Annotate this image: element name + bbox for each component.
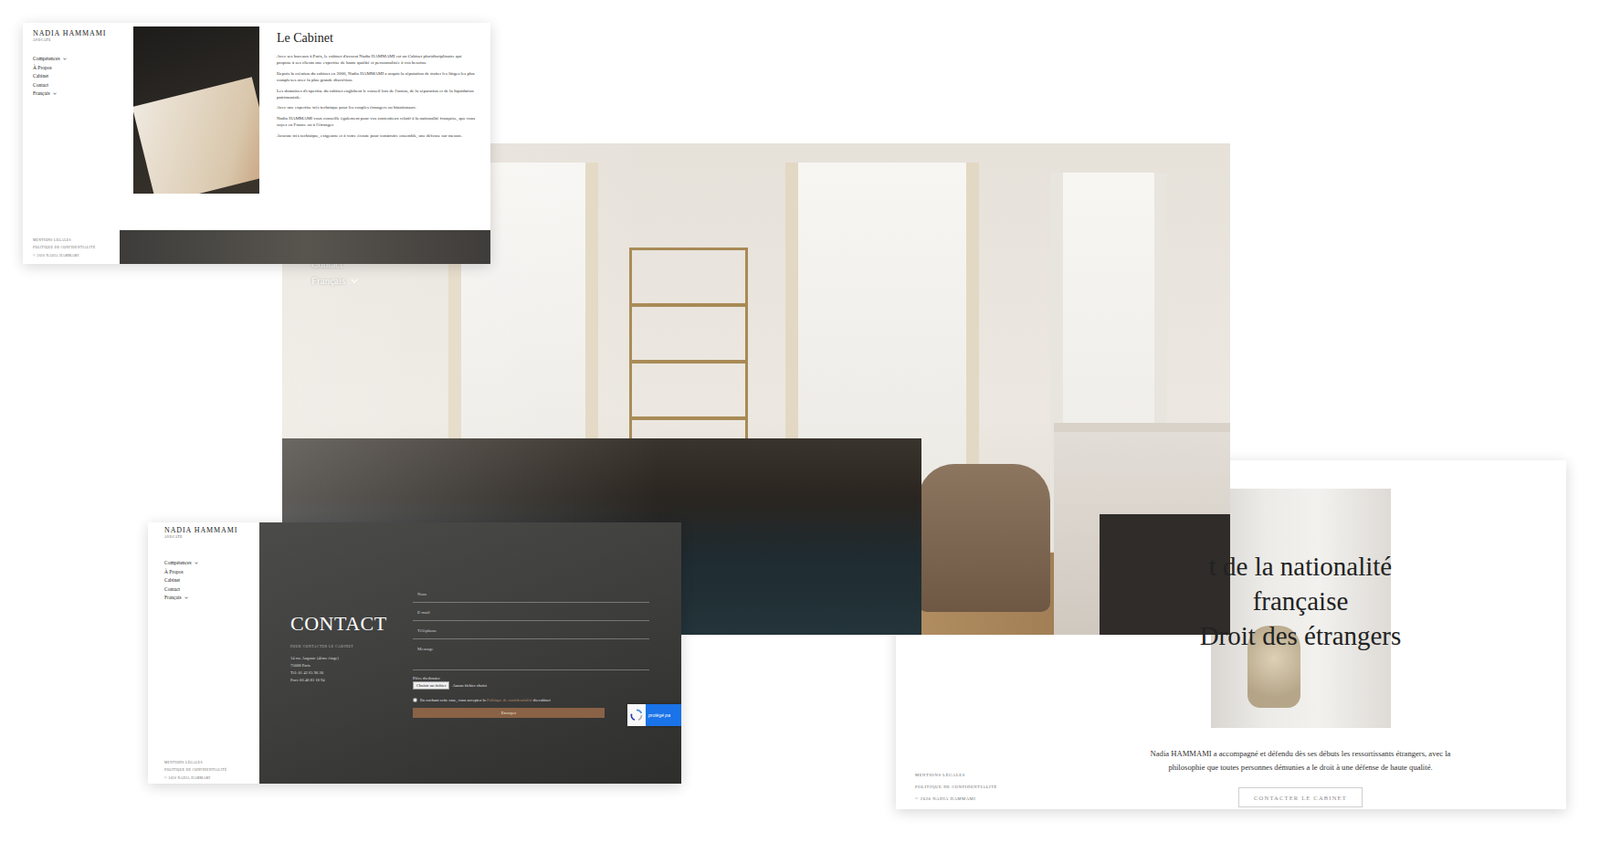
paragraph: Nadia HAMMAMI vous conseille également p… — [276, 115, 476, 129]
file-input: Choisir un fichier Aucun fichier choisi — [412, 681, 650, 690]
address-line: Port: 06 48 83 18 94 — [290, 676, 393, 685]
nav-item[interactable]: À Propos — [164, 568, 254, 578]
nav-item[interactable]: Compétences — [32, 54, 115, 64]
chevron-down-icon — [52, 92, 57, 95]
footer-link[interactable]: POLITIQUE DE CONFIDENTIALITÉ — [164, 766, 254, 775]
file-button[interactable]: Choisir un fichier — [412, 681, 450, 690]
form-field[interactable] — [412, 584, 650, 603]
footer-link[interactable]: MENTIONS LÉGALES — [164, 758, 254, 768]
side-nav: Compétences À Propos Cabinet Contact Fra… — [164, 558, 254, 603]
privacy-link[interactable]: Politique de confidentialité — [486, 697, 533, 703]
chevron-down-icon — [63, 57, 67, 61]
main-content: Le Cabinet Avec ses bureaux à Paris, le … — [119, 22, 491, 264]
heading-line: Droit des étrangers — [1200, 618, 1402, 653]
lantern-photo: t de la nationalitéfrançaiseDroit des ét… — [1210, 488, 1391, 728]
recaptcha-text: protégé pa — [645, 704, 682, 727]
nav-item[interactable]: Français — [164, 593, 254, 603]
footer-link[interactable]: MENTIONS LÉGALES — [915, 768, 1035, 781]
nav-item[interactable]: Français — [311, 274, 358, 286]
recaptcha-icon — [630, 708, 643, 722]
address-line: 75008 Paris — [290, 662, 393, 670]
contact-form: Pièce du dossier Choisir un fichier Aucu… — [412, 522, 650, 784]
consent-row: En cochant cette case, vous acceptez la … — [412, 697, 650, 703]
sidebar: NADIA HAMMAMI AVOCATE Compétences À Prop… — [22, 22, 120, 264]
footer-link[interactable]: © 2020 NADIA HAMMAMI — [915, 792, 1035, 805]
address-line: 14 rue Auguste (4ème étage) — [290, 654, 393, 663]
submit-button[interactable]: Envoyer — [412, 707, 605, 718]
file-label: Pièce du dossier — [412, 675, 650, 681]
footer-link[interactable]: © 2020 NADIA HAMMAMI — [164, 774, 254, 783]
nav-item[interactable]: Cabinet — [164, 576, 254, 586]
nav-item[interactable]: Cabinet — [32, 72, 115, 82]
chevron-down-icon — [350, 278, 358, 284]
form-field[interactable] — [412, 639, 650, 671]
cabinet-article: Le Cabinet Avec ses bureaux à Paris, le … — [276, 26, 476, 231]
address: 14 rue Auguste (4ème étage)75008 ParisTé… — [290, 654, 393, 685]
file-status: Aucun fichier choisi — [452, 683, 487, 688]
nav-item[interactable]: Contact — [164, 585, 254, 595]
footer-link[interactable]: MENTIONS LÉGALES — [32, 236, 115, 245]
nav-item[interactable]: Compétences — [164, 558, 254, 569]
consent-text: En cochant cette case, vous acceptez la … — [420, 697, 551, 703]
nav-item[interactable]: Français — [32, 89, 115, 99]
nav-item[interactable]: À Propos — [32, 63, 115, 74]
photo-strip — [119, 230, 491, 264]
nav-item[interactable]: Contact — [32, 81, 115, 91]
sidebar: NADIA HAMMAMI AVOCATE Compétences À Prop… — [147, 522, 260, 784]
consent-checkbox[interactable] — [412, 697, 418, 703]
subtitle: POUR CONTACTER LE CABINET — [290, 644, 393, 649]
portfolio-canvas: MENTIONS LÉGALESPOLITIQUE DE CONFIDENTIA… — [0, 0, 1600, 843]
chevron-down-icon — [194, 561, 199, 565]
footer-link[interactable]: POLITIQUE DE CONFIDENTIALITÉ — [32, 243, 115, 253]
footer: MENTIONS LÉGALESPOLITIQUE DE CONFIDENTIA… — [32, 236, 115, 261]
page-heading: t de la nationalitéfrançaiseDroit des ét… — [1200, 548, 1402, 653]
logo[interactable]: NADIA HAMMAMI AVOCATE — [32, 29, 115, 43]
contact-window: NADIA HAMMAMI AVOCATE Compétences À Prop… — [147, 522, 682, 784]
heading-line: t de la nationalité — [1209, 548, 1393, 584]
contact-panel: CONTACT POUR CONTACTER LE CABINET 14 rue… — [259, 522, 682, 784]
paragraph: Avec ses bureaux à Paris, le cabinet d'a… — [276, 52, 476, 67]
heading-line: française — [1252, 583, 1349, 619]
page-title: CONTACT — [290, 611, 393, 636]
notebook-shape — [133, 76, 260, 194]
footer-link[interactable]: POLITIQUE DE CONFIDENTIALITÉ — [915, 780, 1035, 793]
form-field[interactable] — [412, 621, 650, 640]
paragraph: Les domaines d'expertise du cabinet engl… — [276, 87, 476, 102]
writing-photo — [133, 26, 260, 194]
footer-link[interactable]: © 2020 NADIA HAMMAMI — [32, 252, 115, 261]
chevron-down-icon — [184, 596, 189, 600]
address-line: Tél: 01 42 65 90 20 — [290, 669, 393, 677]
paragraph: Depuis la création du cabinet en 2000, N… — [276, 70, 476, 85]
logo[interactable]: NADIA HAMMAMI AVOCATE — [164, 526, 254, 539]
cabinet-window: NADIA HAMMAMI AVOCATE Compétences À Prop… — [22, 22, 491, 264]
contact-button[interactable]: CONTACTER LE CABINET — [1238, 787, 1363, 808]
contact-info: CONTACT POUR CONTACTER LE CABINET 14 rue… — [290, 522, 393, 784]
paragraph: Avocate très technique, exigeante et à v… — [276, 132, 476, 139]
paragraph: Avec une expertise très technique pour l… — [276, 104, 476, 111]
side-nav: Compétences À Propos Cabinet Contact Fra… — [32, 54, 115, 99]
form-field[interactable] — [412, 602, 650, 622]
recaptcha-badge[interactable]: protégé pa — [627, 704, 682, 727]
page-title: Le Cabinet — [276, 31, 476, 46]
footer: MENTIONS LÉGALESPOLITIQUE DE CONFIDENTIA… — [164, 758, 254, 783]
intro-text: Nadia HAMMAMI a accompagné et défendu dè… — [1145, 747, 1456, 774]
